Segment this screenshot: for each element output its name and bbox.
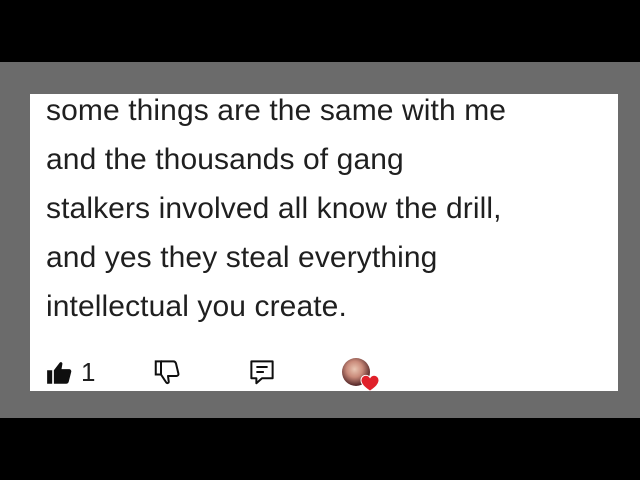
comment-action-bar: 1 <box>30 349 618 391</box>
reply-comment-icon <box>250 360 274 385</box>
thumbs-down-outline-icon <box>154 360 180 385</box>
comment-line: intellectual you create. <box>46 290 347 323</box>
letterbox-top <box>0 0 640 62</box>
reply-button[interactable] <box>247 357 279 387</box>
comment-card: some things are the same with me and the… <box>30 94 618 391</box>
letterbox-bottom <box>0 418 640 480</box>
creator-heart-icon <box>360 374 380 391</box>
like-button[interactable]: 1 <box>46 357 106 387</box>
comment-line: stalkers involved all know the drill, <box>46 192 502 225</box>
dislike-button[interactable] <box>152 357 184 387</box>
comment-line: some things are the same with me <box>46 94 507 127</box>
creator-heart-badge[interactable] <box>340 352 384 391</box>
comment-line: and yes they steal everything <box>46 241 438 274</box>
like-count: 1 <box>81 356 96 387</box>
thumbs-up-filled-icon <box>47 361 72 384</box>
comment-line: and the thousands of gang <box>46 143 404 176</box>
comment-text: some things are the same with me and the… <box>46 94 606 331</box>
